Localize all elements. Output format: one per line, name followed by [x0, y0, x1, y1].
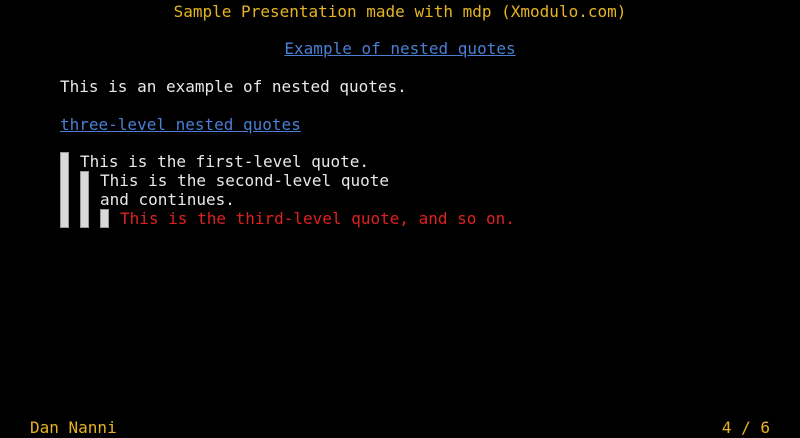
quote-bar-level-2	[80, 171, 89, 228]
slide-heading: Example of nested quotes	[284, 39, 516, 58]
page-indicator: 4 / 6	[721, 418, 770, 437]
subheading: three-level nested quotes	[60, 115, 301, 134]
intro-text: This is an example of nested quotes.	[60, 77, 407, 96]
presentation-title: Sample Presentation made with mdp (Xmodu…	[173, 2, 627, 21]
quote-bar-level-3	[100, 209, 109, 228]
footer-author: Dan Nanni	[30, 418, 117, 437]
second-level-quote-line-1: This is the second-level quote	[100, 171, 389, 190]
first-level-quote: This is the first-level quote.	[80, 152, 369, 171]
third-level-quote: This is the third-level quote, and so on…	[120, 209, 515, 228]
quote-bar-level-1	[60, 152, 69, 228]
second-level-quote-line-2: and continues.	[100, 190, 235, 209]
